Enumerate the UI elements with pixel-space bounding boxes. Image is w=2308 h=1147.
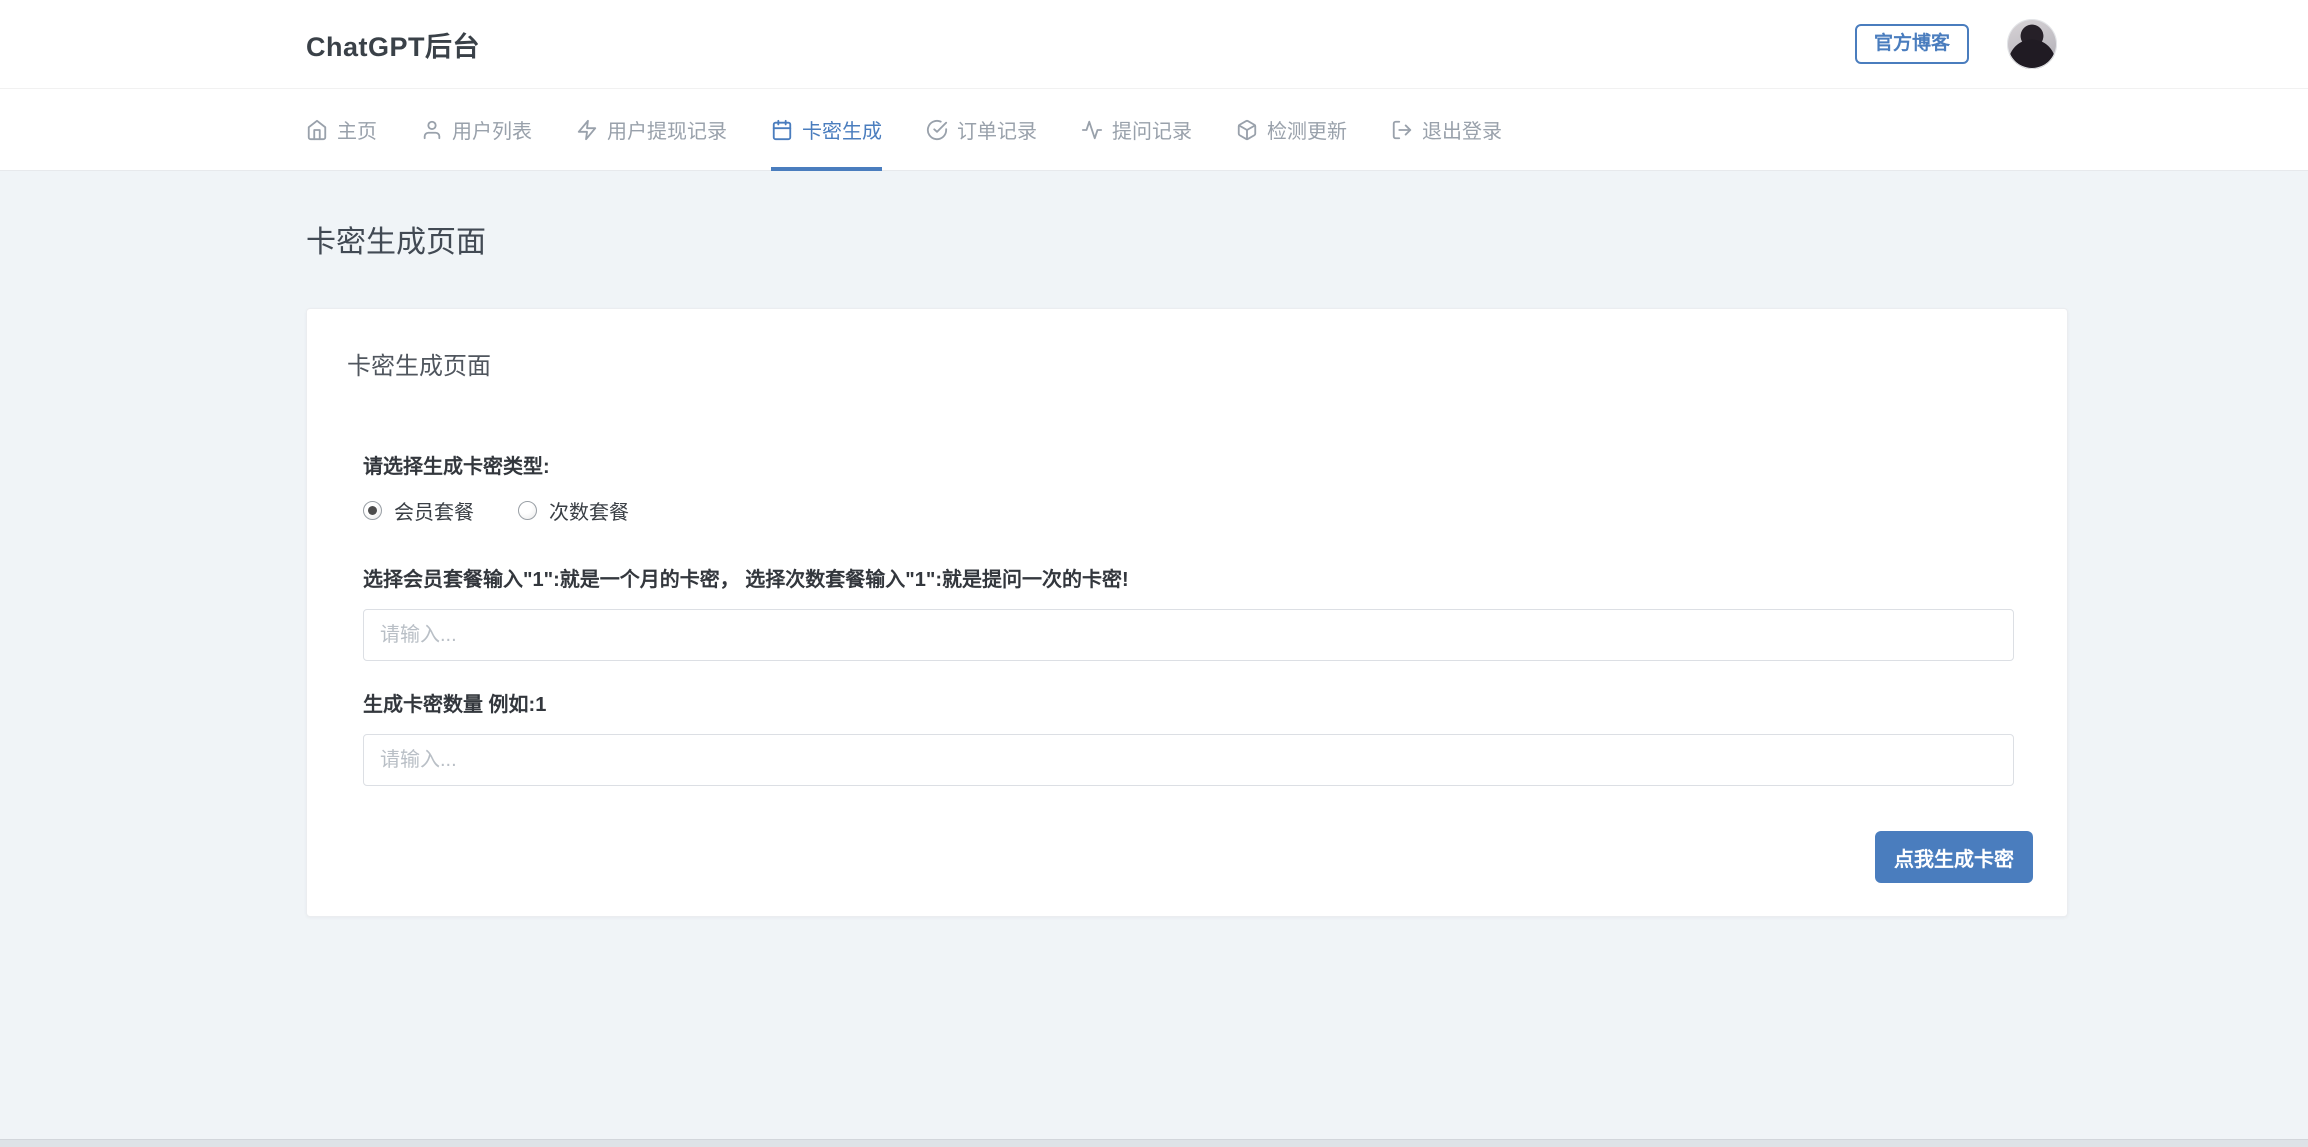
card-key-form: 请选择生成卡密类型: 会员套餐 次数套餐 选择会员套餐输入"1":就是一个月的卡… — [363, 450, 2033, 883]
radio-label: 次数套餐 — [549, 502, 629, 524]
nav-item-question-records[interactable]: 提问记录 — [1081, 89, 1192, 170]
page-title: 卡密生成页面 — [306, 226, 486, 259]
quantity-input[interactable] — [363, 734, 2014, 786]
package-type-radio-group: 会员套餐 次数套餐 — [363, 496, 2014, 525]
activity-icon — [1081, 120, 1103, 139]
nav-item-user-list[interactable]: 用户列表 — [421, 89, 532, 170]
package-hint-label: 选择会员套餐输入"1":就是一个月的卡密， 选择次数套餐输入"1":就是提问一次… — [363, 569, 1129, 591]
nav-item-label: 卡密生成 — [802, 121, 882, 143]
home-icon — [307, 119, 327, 140]
logout-icon — [1392, 120, 1412, 139]
official-blog-button[interactable]: 官方博客 — [1854, 23, 1969, 65]
nav-item-check-update[interactable]: 检测更新 — [1236, 89, 1347, 170]
nav-item-label: 用户列表 — [452, 121, 532, 143]
nav-item-label: 主页 — [337, 121, 377, 143]
main-content: 卡密生成页面 卡密生成页面 请选择生成卡密类型: 会员套餐 次数套餐 选择会员套… — [0, 217, 2308, 917]
submit-row: 点我生成卡密 — [363, 831, 2033, 883]
panel-title: 卡密生成页面 — [347, 353, 491, 380]
nav-item-label: 退出登录 — [1422, 121, 1502, 143]
app-window: ChatGPT后台 官方博客 主页 用户列表 用户提现记录 卡密生成 订单记录 — [0, 0, 2308, 1147]
user-avatar[interactable] — [2007, 19, 2057, 69]
main-nav: 主页 用户列表 用户提现记录 卡密生成 订单记录 提问记录 检测更新 退出登录 — [0, 89, 2308, 171]
radio-label: 会员套餐 — [394, 502, 474, 524]
nav-item-card-key-generate[interactable]: 卡密生成 — [771, 89, 882, 171]
radio-option-member-package[interactable]: 会员套餐 — [363, 496, 474, 525]
user-icon — [423, 120, 441, 139]
check-circle-icon — [926, 119, 948, 140]
nav-item-label: 用户提现记录 — [607, 121, 727, 143]
quantity-label: 生成卡密数量 例如:1 — [363, 694, 547, 716]
zap-icon — [577, 119, 597, 140]
nav-item-label: 订单记录 — [957, 121, 1037, 143]
nav-item-withdraw-records[interactable]: 用户提现记录 — [576, 89, 727, 170]
top-header: ChatGPT后台 官方博客 — [0, 0, 2308, 89]
type-select-label: 请选择生成卡密类型: — [363, 456, 550, 478]
package-icon — [1237, 119, 1257, 140]
nav-item-logout[interactable]: 退出登录 — [1391, 89, 1502, 170]
generate-card-key-button[interactable]: 点我生成卡密 — [1875, 831, 2033, 883]
nav-item-label: 提问记录 — [1112, 121, 1192, 143]
header-right-group: 官方博客 — [1854, 19, 2057, 69]
nav-item-home[interactable]: 主页 — [306, 89, 377, 170]
horizontal-scrollbar[interactable] — [0, 1139, 2308, 1147]
calendar-icon — [772, 119, 792, 140]
radio-member-package[interactable] — [363, 501, 382, 520]
nav-item-order-records[interactable]: 订单记录 — [926, 89, 1037, 170]
nav-item-label: 检测更新 — [1267, 121, 1347, 143]
radio-count-package[interactable] — [518, 501, 537, 520]
app-title: ChatGPT后台 — [306, 31, 481, 62]
card-key-generate-panel: 卡密生成页面 请选择生成卡密类型: 会员套餐 次数套餐 选择会员套餐输入"1":… — [306, 308, 2068, 917]
radio-option-count-package[interactable]: 次数套餐 — [518, 496, 629, 525]
package-value-input[interactable] — [363, 609, 2014, 661]
